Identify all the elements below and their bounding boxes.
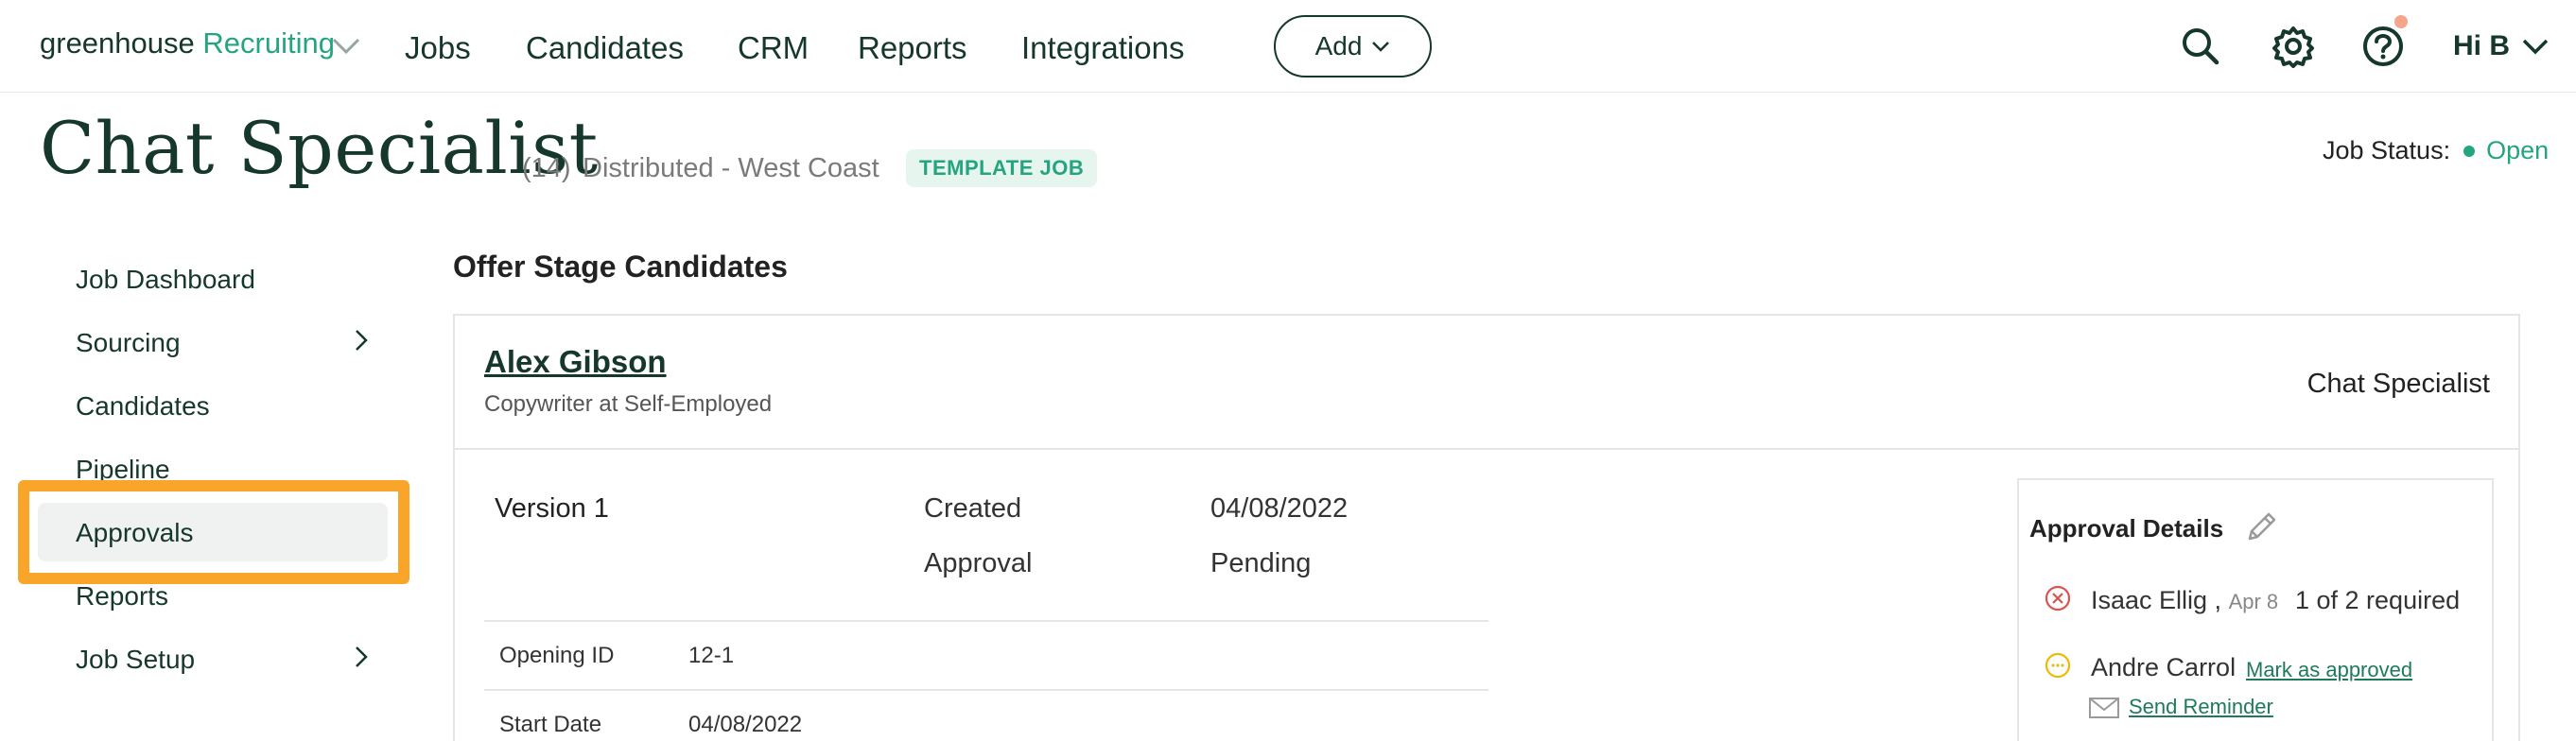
sidebar-item-sourcing[interactable]: Sourcing — [76, 328, 181, 358]
gear-icon[interactable] — [2271, 25, 2315, 68]
offer-candidate-card: Alex Gibson Copywriter at Self-Employed … — [453, 314, 2520, 741]
add-button[interactable]: Add — [1274, 15, 1432, 78]
approver-name: Isaac Ellig , Apr 8 — [2091, 586, 2278, 615]
nav-integrations[interactable]: Integrations — [1021, 30, 1184, 66]
job-status[interactable]: Job Status: Open — [2323, 136, 2549, 165]
table-row: Start Date 04/08/2022 — [484, 689, 1488, 741]
nav-crm[interactable]: CRM — [738, 30, 809, 66]
job-location: Distributed - West Coast — [583, 153, 879, 183]
user-menu[interactable]: Hi B — [2453, 30, 2550, 62]
job-status-label: Job Status: — [2323, 136, 2451, 164]
search-icon[interactable] — [2179, 25, 2222, 68]
logo-product: Recruiting — [202, 26, 335, 60]
mail-icon — [2089, 698, 2119, 718]
opening-id-value: 12-1 — [688, 643, 735, 668]
template-job-badge: TEMPLATE JOB — [906, 149, 1098, 187]
approval-details-title: Approval Details — [2029, 514, 2224, 543]
offer-details-table: Opening ID 12-1 Start Date 04/08/2022 — [484, 620, 1488, 741]
send-reminder-link[interactable]: Send Reminder — [2129, 695, 2273, 719]
top-navigation: greenhouse Recruiting Jobs Candidates CR… — [0, 0, 2576, 93]
nav-reports[interactable]: Reports — [858, 30, 967, 66]
approval-value: Pending — [1210, 548, 1312, 578]
approver-name-text: Isaac Ellig , — [2091, 586, 2222, 614]
add-button-label: Add — [1314, 31, 1363, 60]
created-label: Created — [924, 493, 1022, 524]
status-dot — [2463, 145, 2476, 157]
created-value: 04/08/2022 — [1210, 493, 1349, 524]
opening-id-label: Opening ID — [499, 643, 615, 668]
sidebar-item-reports[interactable]: Reports — [76, 581, 168, 612]
candidate-count: (14) — [522, 153, 571, 183]
greenhouse-logo[interactable]: greenhouse Recruiting — [40, 26, 335, 60]
chevron-down-icon[interactable] — [331, 36, 361, 57]
pending-icon — [2045, 652, 2071, 679]
help-icon[interactable] — [2361, 25, 2405, 68]
approval-requirement: 1 of 2 required — [2295, 586, 2461, 614]
chevron-down-icon — [1372, 42, 1390, 52]
chevron-right-icon[interactable] — [352, 644, 371, 670]
sidebar-item-job-dashboard[interactable]: Job Dashboard — [76, 265, 255, 295]
chevron-down-icon — [2522, 39, 2549, 55]
section-title: Offer Stage Candidates — [453, 250, 788, 284]
start-date-label: Start Date — [499, 712, 602, 737]
mark-as-approved-link[interactable]: Mark as approved — [2246, 658, 2412, 682]
user-greeting: Hi B — [2453, 30, 2510, 61]
sidebar-item-job-setup[interactable]: Job Setup — [76, 645, 195, 675]
candidate-card-header: Alex Gibson Copywriter at Self-Employed … — [455, 316, 2518, 450]
page-title: Chat Specialist — [40, 106, 599, 190]
approval-label: Approval — [924, 548, 1033, 578]
nav-candidates[interactable]: Candidates — [526, 30, 684, 66]
chevron-right-icon[interactable] — [352, 327, 371, 353]
candidate-subtitle: Copywriter at Self-Employed — [484, 391, 773, 417]
sidebar-item-candidates[interactable]: Candidates — [76, 391, 210, 422]
pencil-icon[interactable] — [2242, 508, 2280, 546]
nav-jobs[interactable]: Jobs — [405, 30, 471, 66]
logo-brand: greenhouse — [40, 26, 195, 60]
rejected-icon — [2045, 585, 2071, 612]
highlight-annotation — [18, 480, 409, 584]
approver-name: Andre Carrol — [2091, 653, 2237, 681]
candidate-name-link[interactable]: Alex Gibson — [484, 344, 667, 380]
offer-version: Version 1 — [495, 493, 609, 524]
approver-date: Apr 8 — [2228, 590, 2279, 613]
table-row: Opening ID 12-1 — [484, 620, 1488, 689]
start-date-value: 04/08/2022 — [688, 712, 803, 737]
approval-details-panel: Approval Details Isaac Ellig , Apr 8 1 o… — [2017, 478, 2494, 741]
notification-dot — [2394, 15, 2408, 28]
job-status-value: Open — [2486, 136, 2550, 164]
candidate-job: Chat Specialist — [2306, 369, 2490, 399]
